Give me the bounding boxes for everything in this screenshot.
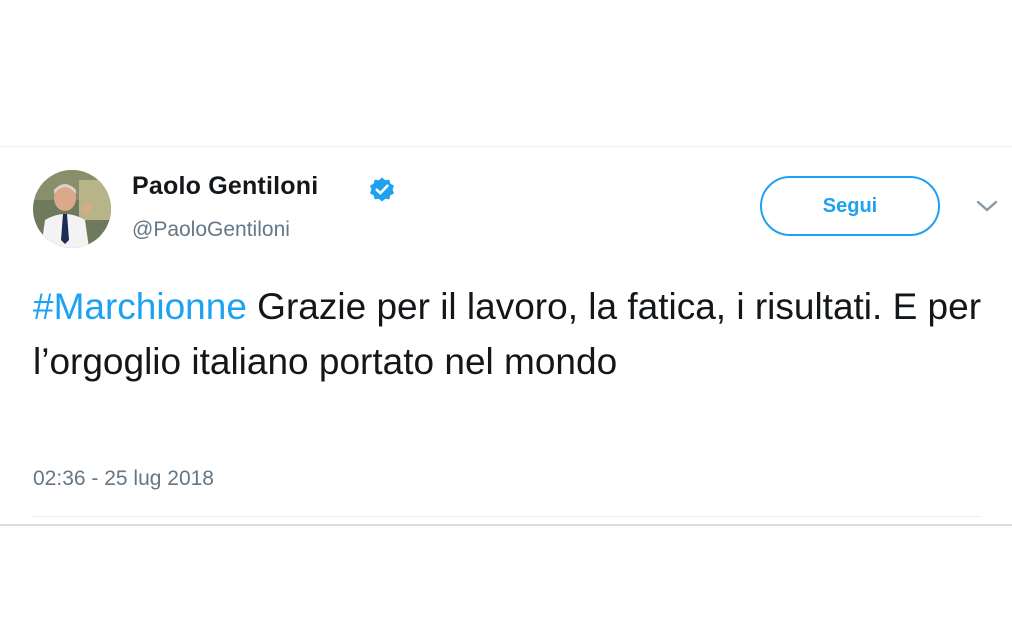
avatar-photo bbox=[33, 170, 111, 248]
tweet-text: #Marchionne Grazie per il lavoro, la fat… bbox=[33, 279, 983, 389]
card-bottom-border bbox=[0, 524, 1012, 526]
hashtag-link[interactable]: #Marchionne bbox=[33, 286, 247, 327]
tweet-timestamp[interactable]: 02:36 - 25 lug 2018 bbox=[33, 467, 214, 491]
follow-button[interactable]: Segui bbox=[760, 176, 940, 236]
footer-divider bbox=[33, 516, 981, 517]
verified-badge-icon bbox=[370, 177, 394, 202]
author-display-name[interactable]: Paolo Gentiloni bbox=[132, 172, 318, 201]
chevron-down-icon[interactable] bbox=[974, 197, 1000, 215]
avatar[interactable] bbox=[33, 170, 111, 248]
author-handle[interactable]: @PaoloGentiloni bbox=[132, 218, 290, 242]
